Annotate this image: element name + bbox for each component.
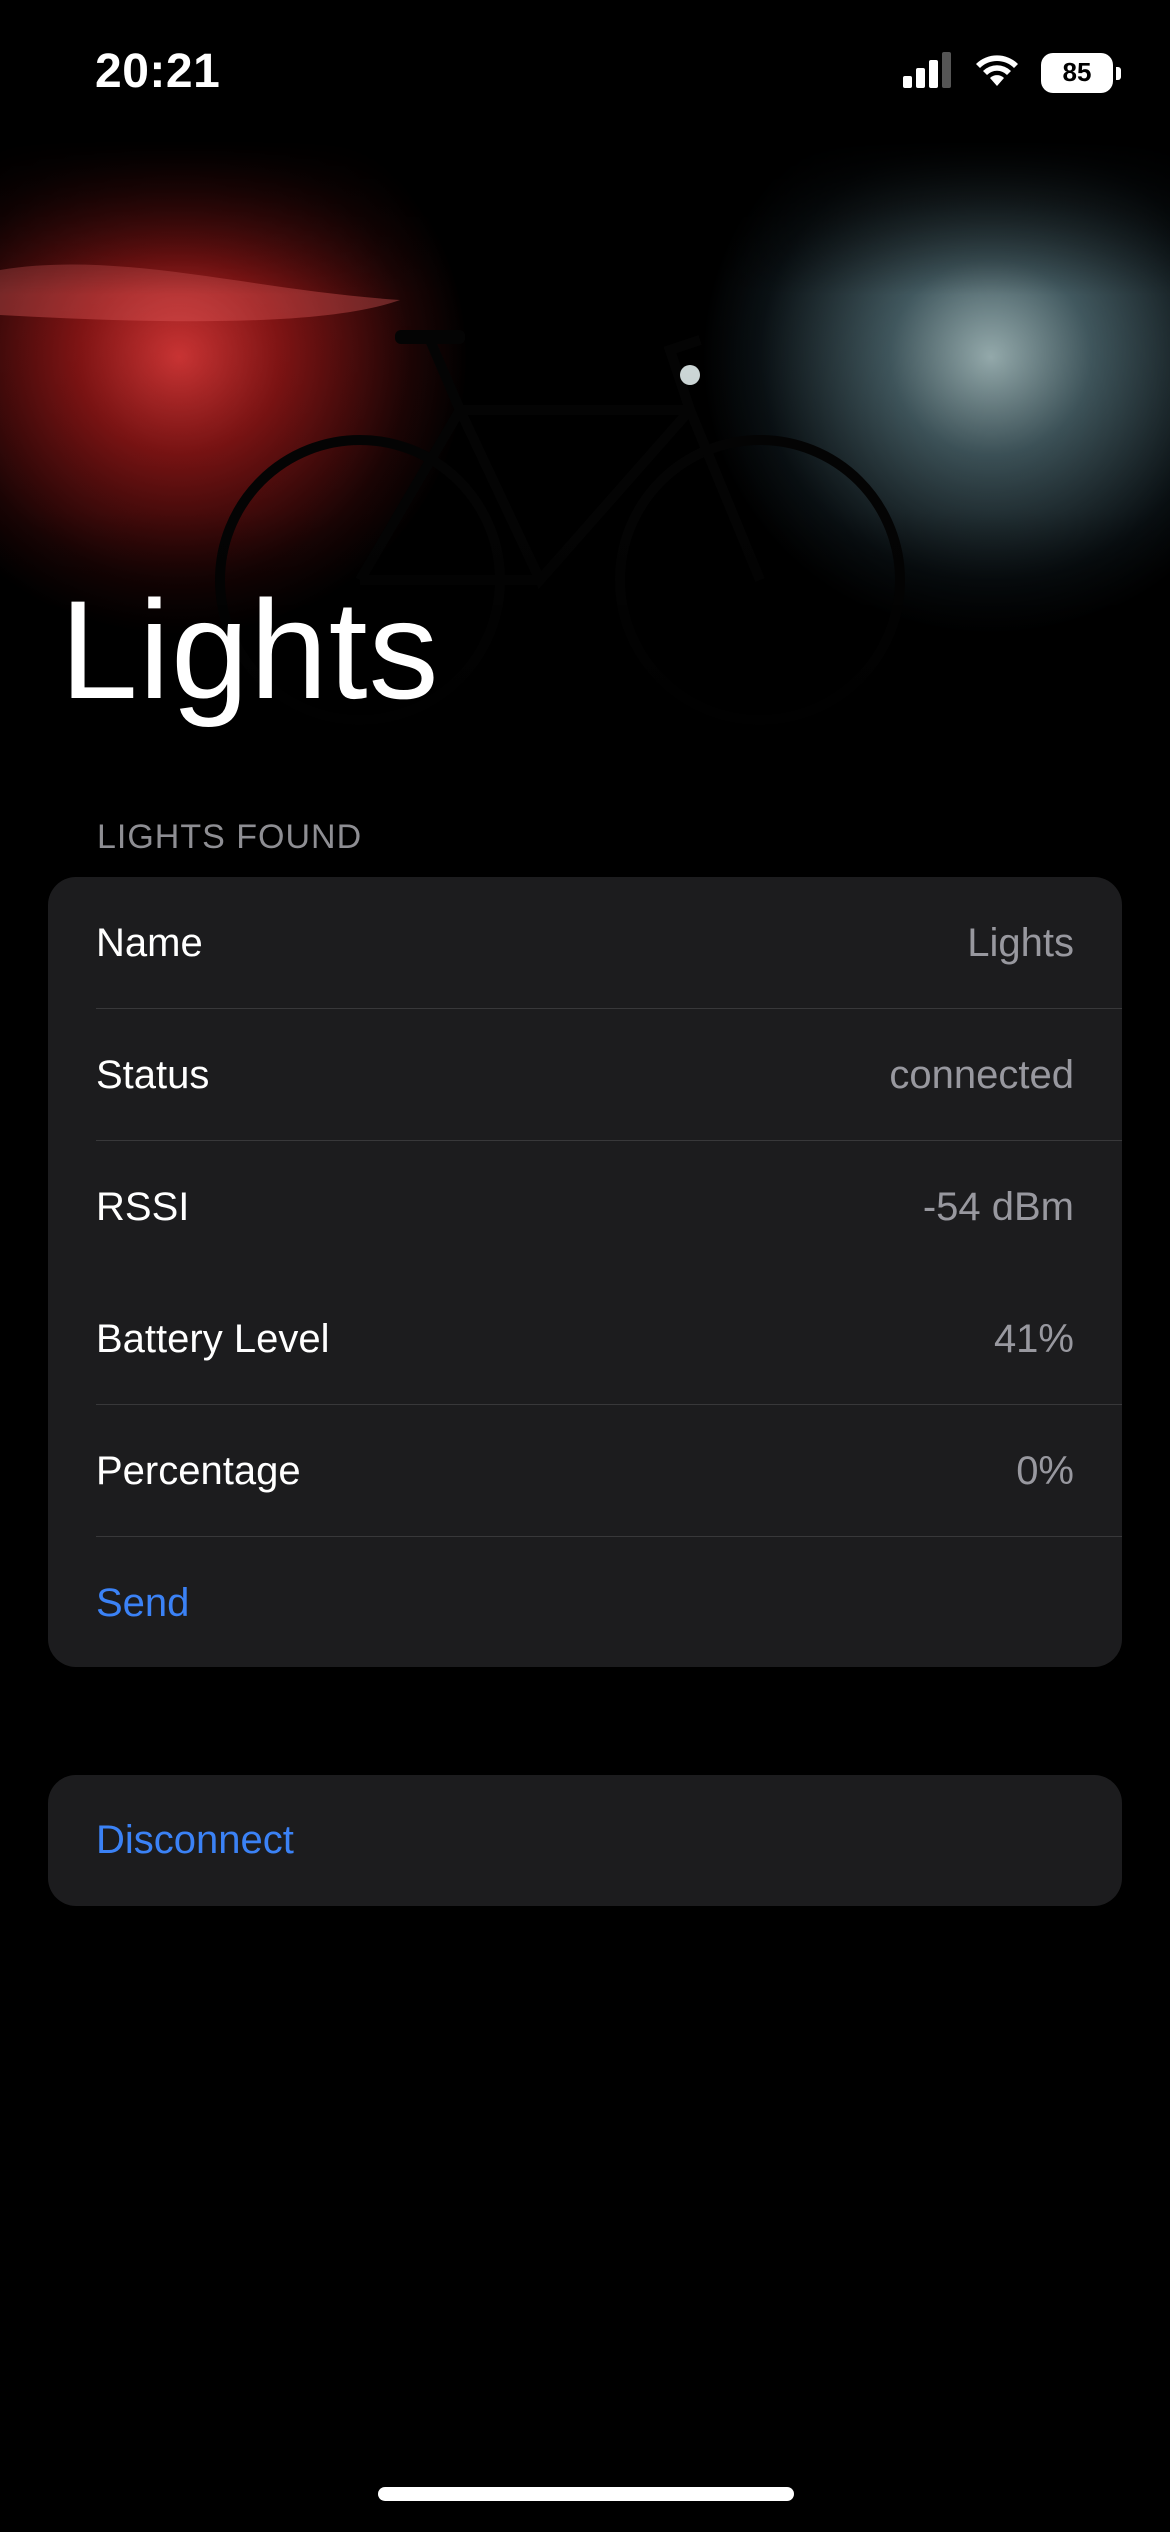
disconnect-button[interactable]: Disconnect bbox=[48, 1775, 1122, 1906]
actions-card: Disconnect bbox=[48, 1775, 1122, 1906]
status-time: 20:21 bbox=[95, 45, 221, 98]
row-rssi: RSSI -54 dBm bbox=[48, 1141, 1122, 1273]
battery-level: 85 bbox=[1062, 57, 1092, 87]
row-value: -54 dBm bbox=[922, 1184, 1074, 1229]
status-icons: 85 bbox=[903, 52, 1121, 93]
row-label: Name bbox=[96, 920, 203, 965]
row-status: Status connected bbox=[48, 1009, 1122, 1141]
battery-icon: 85 bbox=[1041, 52, 1121, 93]
send-button[interactable]: Send bbox=[48, 1537, 1122, 1667]
row-value: 41% bbox=[993, 1316, 1074, 1361]
row-label: RSSI bbox=[96, 1184, 190, 1229]
row-label: Battery Level bbox=[96, 1316, 330, 1361]
home-indicator bbox=[378, 2487, 794, 2501]
row-battery-level: Battery Level 41% bbox=[48, 1273, 1122, 1405]
row-value: connected bbox=[889, 1052, 1074, 1097]
row-label: Status bbox=[96, 1052, 210, 1097]
status-bar: 20:21 85 bbox=[0, 0, 1170, 150]
page-title: Lights bbox=[60, 571, 440, 728]
cellular-signal-icon bbox=[903, 52, 953, 93]
row-name: Name Lights bbox=[48, 877, 1122, 1009]
lights-info-card: Name Lights Status connected RSSI -54 dB… bbox=[48, 877, 1122, 1667]
row-value: Lights bbox=[967, 920, 1074, 965]
row-value: 0% bbox=[1016, 1448, 1074, 1493]
row-label: Percentage bbox=[96, 1448, 301, 1493]
wifi-icon bbox=[973, 52, 1021, 93]
row-percentage: Percentage 0% bbox=[48, 1405, 1122, 1537]
section-header: LIGHTS FOUND bbox=[97, 818, 363, 856]
